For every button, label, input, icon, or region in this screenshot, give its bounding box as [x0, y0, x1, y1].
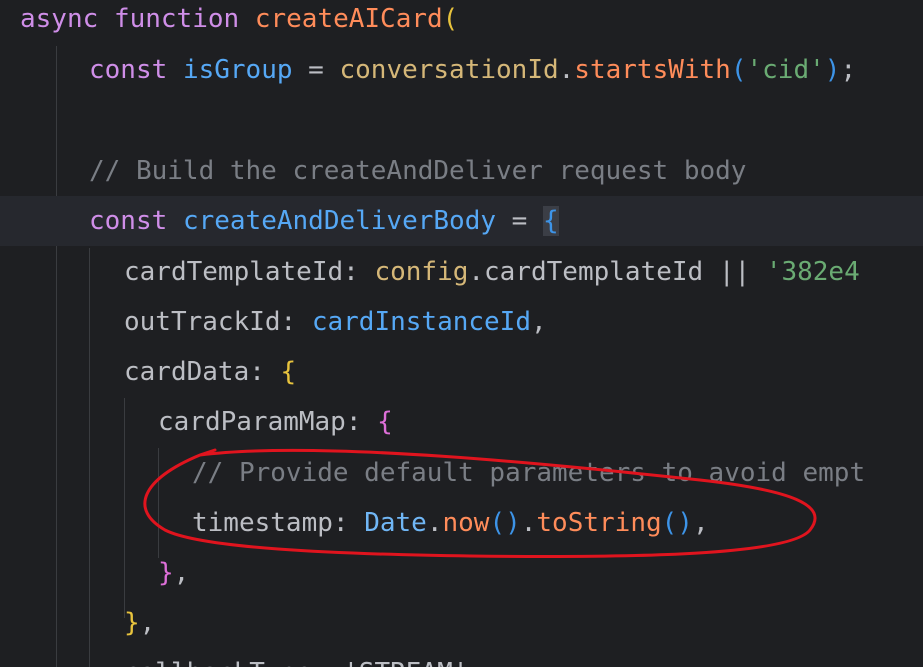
code-token: ||	[703, 257, 766, 287]
code-token: .	[558, 55, 575, 85]
code-token: )	[824, 55, 841, 85]
code-token: }	[124, 608, 140, 638]
code-token: ,	[692, 508, 709, 538]
code-token: isGroup	[182, 55, 293, 85]
code-line-13[interactable]: },	[0, 598, 923, 648]
code-text: callbackType: 'STREAM',	[124, 648, 484, 667]
code-token: .	[468, 257, 485, 287]
code-token: callbackType: 'STREAM',	[124, 658, 484, 667]
code-line-11[interactable]: timestamp: Date.now().toString(),	[0, 498, 923, 548]
code-text: async function createAICard(	[20, 0, 458, 44]
code-line-7[interactable]: outTrackId: cardInstanceId,	[0, 297, 923, 347]
code-token: =	[496, 206, 543, 236]
code-token: (	[442, 4, 459, 34]
code-token: function	[113, 4, 240, 34]
code-token: ()	[661, 508, 693, 538]
code-token: cardTemplateId	[484, 257, 704, 287]
code-token: outTrackId:	[124, 307, 312, 337]
code-token: {	[377, 407, 393, 437]
code-token: timestamp:	[192, 508, 365, 538]
code-line-14[interactable]: callbackType: 'STREAM',	[0, 648, 923, 667]
code-text: cardData: {	[124, 347, 296, 397]
code-text: timestamp: Date.now().toString(),	[192, 498, 709, 548]
code-token: =	[292, 55, 340, 85]
code-token: startsWith	[574, 55, 731, 85]
code-token: {	[280, 357, 297, 387]
code-token: 'cid'	[746, 55, 825, 85]
code-text: },	[124, 598, 155, 648]
code-line-4[interactable]: // Build the createAndDeliver request bo…	[0, 146, 923, 196]
code-token: cardInstanceId	[311, 307, 531, 337]
code-token: toString	[536, 508, 662, 538]
code-token: createAICard	[254, 4, 443, 34]
code-text: cardParamMap: {	[158, 397, 393, 447]
code-text: const createAndDeliverBody = {	[89, 196, 559, 246]
code-token: ()	[489, 508, 521, 538]
code-token: conversationId	[339, 55, 559, 85]
code-token: '382e4	[765, 257, 860, 287]
code-token: (	[730, 55, 747, 85]
code-text: // Build the createAndDeliver request bo…	[89, 146, 746, 196]
code-text: },	[158, 548, 189, 598]
code-token: ;	[840, 55, 857, 85]
code-token: ,	[173, 558, 190, 588]
code-text: const isGroup = conversationId.startsWit…	[89, 45, 856, 95]
code-token: now	[442, 508, 490, 538]
code-token: // Provide default parameters to avoid e…	[192, 458, 866, 488]
code-token: config	[374, 257, 469, 287]
code-line-3[interactable]	[0, 95, 923, 145]
code-token: cardData:	[124, 357, 281, 387]
code-line-12[interactable]: },	[0, 548, 923, 598]
code-token: ,	[139, 608, 156, 638]
code-token: .	[520, 508, 537, 538]
code-line-10[interactable]: // Provide default parameters to avoid e…	[0, 448, 923, 498]
code-text: // Provide default parameters to avoid e…	[192, 448, 865, 498]
code-line-5-current[interactable]: const createAndDeliverBody = {	[0, 196, 923, 246]
code-token: ,	[531, 307, 547, 337]
code-token: // Build the createAndDeliver request bo…	[89, 156, 747, 186]
code-line-9[interactable]: cardParamMap: {	[0, 397, 923, 447]
code-token: async	[20, 4, 99, 34]
code-token: Date	[364, 508, 427, 538]
code-token: cardParamMap:	[158, 407, 378, 437]
code-text: cardTemplateId: config.cardTemplateId ||…	[124, 247, 860, 297]
code-token: const	[89, 206, 168, 236]
code-token: const	[89, 55, 168, 85]
code-line-2[interactable]: const isGroup = conversationId.startsWit…	[0, 45, 923, 95]
code-editor[interactable]: async function createAICard( const isGro…	[0, 0, 923, 667]
code-token: cardTemplateId:	[124, 257, 375, 287]
code-line-1[interactable]: async function createAICard(	[0, 0, 923, 44]
code-token: .	[426, 508, 443, 538]
code-token: createAndDeliverBody	[182, 206, 497, 236]
code-line-6[interactable]: cardTemplateId: config.cardTemplateId ||…	[0, 247, 923, 297]
code-token: {	[542, 206, 559, 236]
code-text: outTrackId: cardInstanceId,	[124, 297, 547, 347]
code-token: }	[158, 558, 174, 588]
code-line-8[interactable]: cardData: {	[0, 347, 923, 397]
